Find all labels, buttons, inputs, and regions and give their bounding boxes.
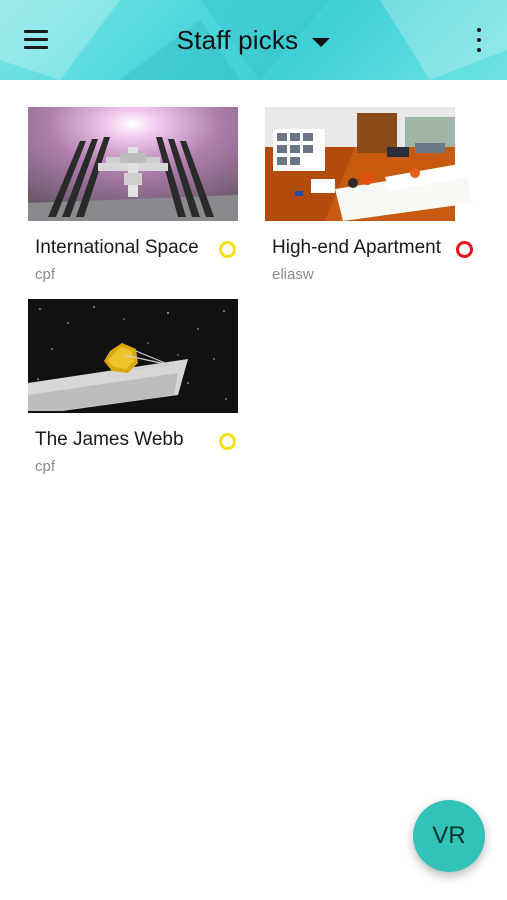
vr-button[interactable]: VR: [413, 800, 485, 872]
card-author: cpf: [35, 266, 56, 283]
vr-button-label: VR: [432, 822, 466, 849]
scene-card[interactable]: The James Webb cpf: [28, 299, 238, 475]
caret-down-icon: [312, 37, 331, 47]
james-webb-telescope-thumbnail[interactable]: [28, 299, 238, 413]
card-title[interactable]: International Space: [35, 237, 199, 259]
card-title[interactable]: The James Webb: [35, 429, 184, 451]
page-title: Staff picks: [176, 25, 299, 55]
card-title[interactable]: High-end Apartment: [272, 237, 441, 259]
more-options-button[interactable]: [469, 24, 489, 56]
scene-card[interactable]: International Space cpf: [28, 107, 238, 283]
scene-card[interactable]: High-end Apartment eliasw: [265, 107, 475, 283]
status-ring-icon: [456, 241, 473, 258]
status-ring-icon: [219, 241, 236, 258]
card-author: eliasw: [272, 266, 314, 283]
section-dropdown[interactable]: Staff picks: [0, 22, 507, 58]
space-station-thumbnail[interactable]: [28, 107, 238, 221]
card-author: cpf: [35, 458, 56, 475]
app-bar: Staff picks: [0, 0, 507, 80]
apartment-thumbnail[interactable]: [265, 107, 475, 221]
status-ring-icon: [219, 433, 236, 450]
